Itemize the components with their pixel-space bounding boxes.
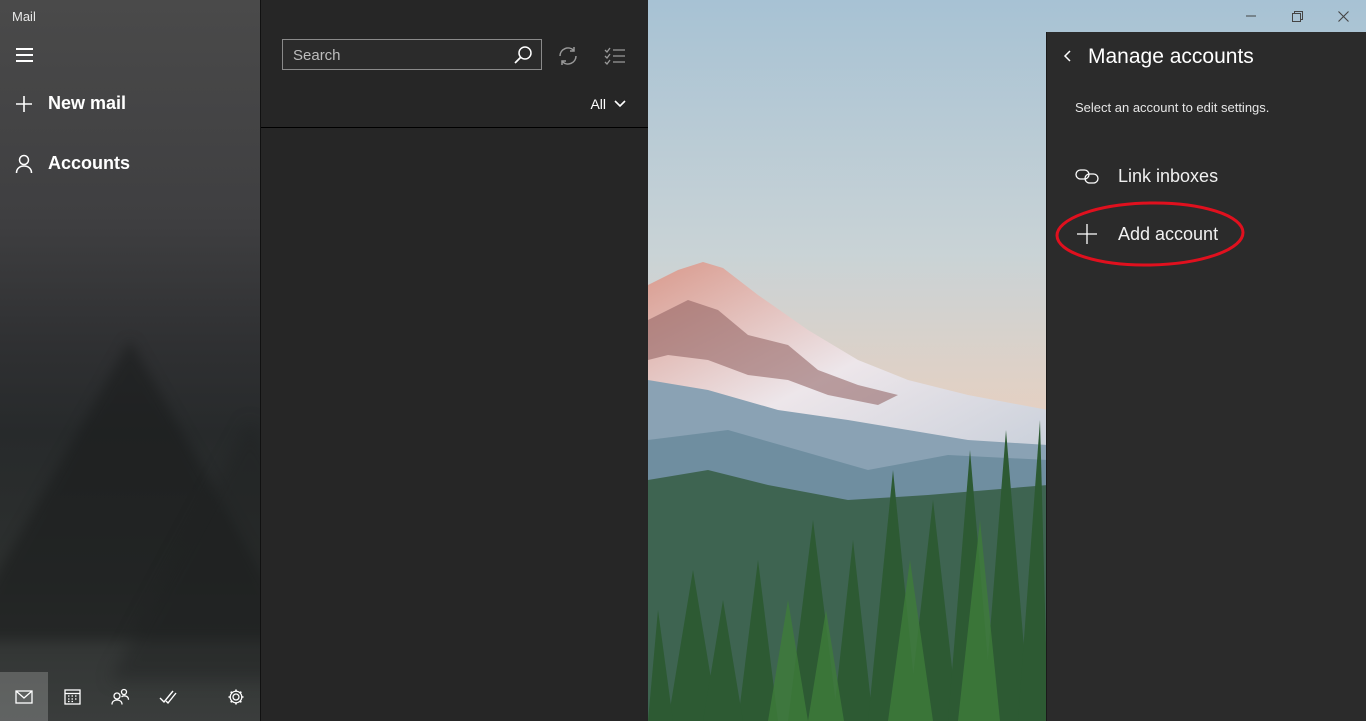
close-icon — [1337, 10, 1349, 22]
restore-button[interactable] — [1274, 0, 1320, 32]
search-box[interactable] — [282, 39, 542, 71]
highlight-annotation — [1055, 201, 1245, 267]
link-inboxes-label: Link inboxes — [1118, 165, 1219, 186]
mail-icon — [15, 689, 33, 704]
todo-icon — [159, 690, 177, 704]
mail-app-button[interactable] — [0, 672, 48, 721]
panel-subtitle: Select an account to edit settings. — [1075, 100, 1270, 115]
manage-accounts-panel: Manage accounts Select an account to edi… — [1046, 32, 1366, 721]
settings-gear-icon — [228, 689, 244, 704]
minimize-icon — [1246, 15, 1256, 17]
chevron-down-icon — [614, 100, 626, 108]
people-icon — [110, 688, 129, 705]
person-icon — [14, 154, 34, 174]
link-icon — [1075, 164, 1099, 188]
accounts-label: Accounts — [48, 153, 131, 173]
search-input[interactable] — [283, 40, 515, 71]
navigation-pane: Mail New mail Accounts — [0, 0, 260, 721]
link-inboxes-button[interactable]: Link inboxes — [1075, 164, 1218, 188]
background-mountain — [110, 420, 260, 680]
new-mail-button[interactable]: New mail — [14, 93, 126, 114]
plus-icon — [14, 94, 34, 114]
search-icon[interactable] — [513, 45, 533, 65]
panel-title: Manage accounts — [1088, 45, 1254, 68]
minimize-button[interactable] — [1228, 0, 1274, 32]
app-switcher-bar — [0, 672, 260, 721]
close-button[interactable] — [1320, 0, 1366, 32]
settings-button[interactable] — [212, 672, 260, 721]
filter-dropdown[interactable]: All — [590, 96, 626, 112]
todo-app-button[interactable] — [144, 672, 192, 721]
restore-icon — [1291, 10, 1303, 22]
message-list-pane: All — [260, 0, 648, 721]
new-mail-label: New mail — [48, 93, 127, 113]
divider — [261, 127, 648, 128]
people-app-button[interactable] — [96, 672, 144, 721]
filter-selected-value: All — [590, 96, 606, 112]
calendar-app-button[interactable] — [48, 672, 96, 721]
back-arrow-icon[interactable] — [1061, 49, 1075, 63]
selection-mode-icon[interactable] — [603, 44, 627, 68]
hamburger-icon[interactable] — [16, 48, 33, 62]
calendar-icon — [63, 689, 81, 705]
app-title: Mail — [12, 9, 36, 24]
accounts-button[interactable]: Accounts — [14, 153, 130, 174]
sync-icon[interactable] — [556, 44, 580, 68]
